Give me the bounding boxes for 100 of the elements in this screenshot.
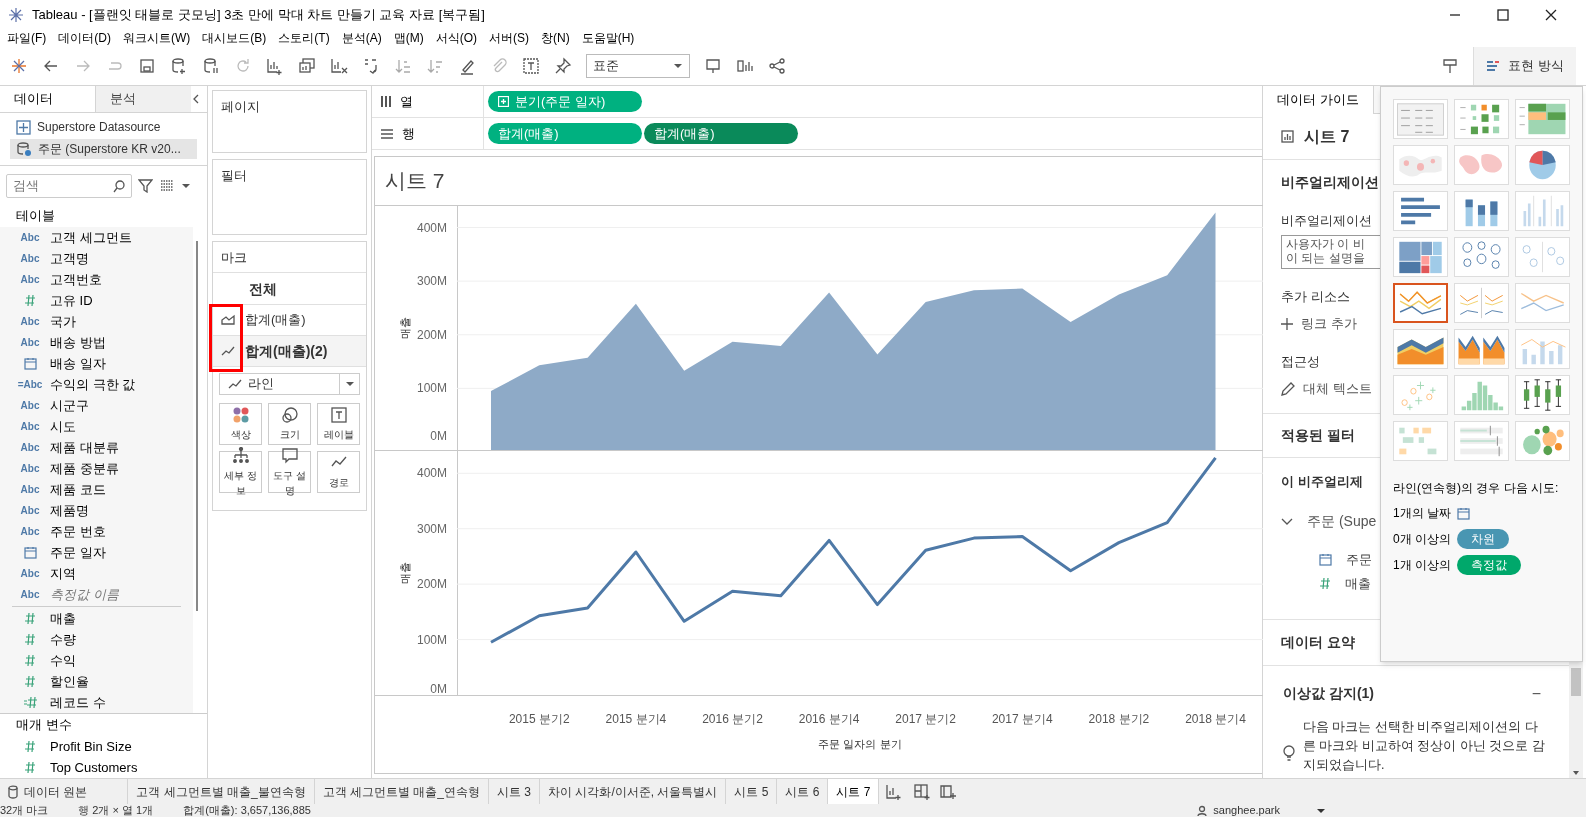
field-item[interactable]: Abc 주문 번호 [0,521,193,542]
menu-item[interactable]: 창(N) [536,30,575,46]
calendar-icon [1457,506,1470,520]
menu-item[interactable]: 워크시트(W) [118,30,196,46]
caret-down-icon[interactable] [181,182,191,189]
field-item[interactable]: 수익 [0,650,193,671]
chart-type-option[interactable] [1393,283,1448,323]
share-icon[interactable] [768,56,786,75]
field-item[interactable]: Abc 시도 [0,416,193,437]
pause-updates-icon[interactable] [202,56,220,75]
mark-property-button[interactable]: 색상 [219,403,262,445]
add-link[interactable]: 링크 추가 [1281,314,1357,334]
field-item[interactable]: Abc 고객번호 [0,269,193,290]
data-guide-tab[interactable]: 데이터 가이드 [1263,86,1374,114]
field-item[interactable]: Abc 제품 코드 [0,479,193,500]
type-label: Abc [20,525,40,539]
collapse-icon[interactable] [191,93,201,106]
mark-property-button[interactable]: 크기 [268,403,311,445]
menu-item[interactable]: 대시보드(B) [197,30,272,46]
menu-item[interactable]: 서버(S) [484,30,534,46]
datasource-item[interactable]: Superstore Datasource [10,117,197,138]
field-item[interactable]: 매출 [0,608,193,629]
format-painter-icon[interactable] [1441,56,1460,75]
field-label: 접근성 [1281,352,1320,371]
field-item[interactable]: 할인율 [0,671,193,692]
field-item[interactable]: 배송 일자 [0,353,193,374]
type-label: Abc [20,567,40,581]
duplicate-sheet-icon[interactable] [298,56,316,75]
text-label-icon[interactable] [522,56,540,75]
scrollbar-thumb[interactable] [1571,668,1581,696]
scrollbar-thumb[interactable] [196,241,198,611]
menu-item[interactable]: 분석(A) [336,30,387,46]
datasource-item[interactable]: 주문 (Superstore KR v20... [10,139,197,160]
menu-item[interactable]: 맵(M) [388,30,429,46]
marks-layer[interactable]: 합계(매출)(2) [213,336,366,367]
field-item[interactable]: 고유 ID [0,290,193,311]
description-field[interactable]: 사용자가 이 비 이 되는 설명을 [1281,234,1381,269]
marks-layer[interactable]: 전체 [213,273,366,305]
mark-type-dropdown[interactable]: 라인 [219,373,360,395]
show-me-button[interactable]: 표현 방식 [1473,46,1576,85]
save-icon[interactable] [138,56,156,75]
field-item[interactable]: Abc 배송 방법 [0,332,193,353]
filter-icon[interactable] [138,178,153,194]
size-circles-icon [280,406,299,424]
clear-sheet-icon[interactable] [330,56,348,75]
data-pane-tab[interactable]: 분석 [95,86,191,113]
new-worksheet-icon[interactable] [266,56,284,75]
new-dashboard-icon[interactable] [913,782,932,801]
field-item[interactable]: Abc 국가 [0,311,193,332]
field-item[interactable]: Abc 시군구 [0,395,193,416]
caret-down-icon[interactable] [1316,807,1326,814]
presentation-icon[interactable] [704,56,722,75]
scroll-down-icon[interactable] [1572,770,1580,776]
new-datasource-icon[interactable] [170,56,188,75]
field-item[interactable]: =Abc 수익의 극한 값 [0,374,193,395]
requirement-text: 1개의 날짜 [1393,505,1451,522]
field-pill[interactable]: 합계(매출) [644,123,798,144]
tableau-start-icon[interactable] [10,56,28,75]
field-item[interactable]: Abc 지역 [0,563,193,584]
menu-item[interactable]: 서식(O) [430,30,482,46]
type-label: Abc [20,336,40,350]
requirement-text: 1개 이상의 [1393,557,1451,574]
sheet-title: 시트 7 [384,168,446,195]
field-item[interactable]: Abc 고객명 [0,248,193,269]
user-name[interactable]: sanghee.park [1213,804,1280,817]
pin-icon[interactable] [554,56,572,75]
field-label: 추가 리소스 [1281,287,1350,306]
tooltip-icon [280,446,299,465]
field-item[interactable]: Abc 측정값 이름 [0,584,193,605]
menu-item[interactable]: 파일(F) [2,30,52,46]
view-list-icon[interactable] [159,178,175,194]
axis-tick-label: 100M [416,632,447,647]
mark-property-button[interactable]: 경로 [317,451,360,493]
columns-icon [380,95,392,108]
sheet-tab[interactable]: 시트 7 [828,779,880,804]
search-field[interactable]: 검색 [6,173,132,198]
chart-types-icon [1486,59,1501,72]
menu-item[interactable]: 도움말(H) [576,30,640,46]
menu-item[interactable]: 스토리(T) [273,30,335,46]
menu-item[interactable]: 데이터(D) [53,30,116,46]
field-item[interactable]: Top Customers [0,757,207,778]
close-icon[interactable] [1544,9,1558,21]
datasource-tree-item[interactable]: 주문 (Supe [1281,511,1377,532]
search-icon [113,179,125,193]
field-item[interactable]: 수량 [0,629,193,650]
new-worksheet-icon[interactable] [885,782,904,801]
field-item[interactable]: 레코드 수 [0,692,193,713]
field-item[interactable]: Abc 제품 중분류 [0,458,193,479]
swap-icon[interactable] [362,56,380,75]
field-item[interactable]: Abc 고객 세그먼트 [0,227,193,248]
new-story-icon[interactable] [939,782,958,801]
edit-alt-text-link[interactable]: 대체 텍스트 [1281,379,1372,399]
mark-property-button[interactable]: 레이블 [317,403,360,445]
field-item[interactable]: Abc 제품 대분류 [0,437,193,458]
collapse-button[interactable]: − [1531,681,1549,706]
field-item[interactable]: Profit Bin Size [0,736,207,757]
fit-dropdown[interactable]: 표준 [586,53,690,78]
maximize-icon[interactable] [1496,9,1510,21]
field-item[interactable]: 주문 일자 [0,542,193,563]
field-item[interactable]: Abc 제품명 [0,500,193,521]
